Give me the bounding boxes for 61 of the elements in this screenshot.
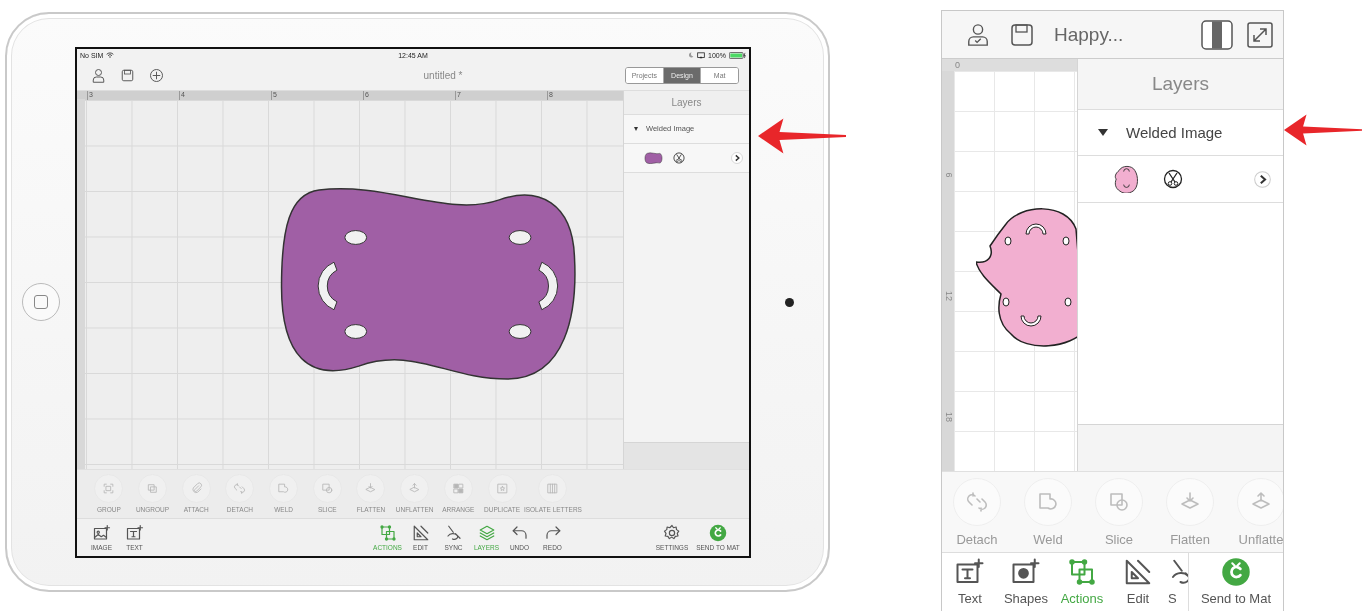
chevron-button[interactable] [1254,170,1271,188]
toolbar-button[interactable]: Edit [1112,557,1164,606]
grid-squares-icon [451,482,465,495]
bracket-square-icon [102,482,116,495]
c-logo-icon [709,523,727,542]
design-canvas[interactable]: 0 6 12 18 [942,59,1077,471]
profile-check-icon[interactable] [966,22,990,47]
home-button[interactable] [22,283,60,321]
panel-title: Layers [1078,59,1283,110]
overlapping-squares-icon [146,482,160,495]
shape-thumbnail [644,151,663,164]
scissors-icon [673,151,685,164]
nodes-square-icon [1067,557,1097,587]
layers-down-arrow-icon [364,482,378,495]
overlapping-shapes-icon [320,482,334,495]
panel-toggle-icon[interactable] [1201,19,1233,50]
nodes-square-icon [378,523,397,542]
star-square-icon [495,482,509,495]
battery-icon [729,51,746,59]
add-icon[interactable] [149,68,164,83]
document-title: Happy... [1054,23,1125,46]
layer-row[interactable] [624,143,749,173]
panel-title: Layers [624,90,749,115]
stack-icon [477,523,496,542]
toolbar-button[interactable]: Send to Mat [1193,557,1279,606]
ruler-number: 6 [943,171,954,180]
wifi-icon [106,52,115,58]
broken-clip-icon [233,482,247,495]
ruler-number: 0 [954,59,960,71]
chevron-button[interactable] [731,151,743,164]
face-thumbnail [1114,165,1139,193]
expand-icon[interactable] [1247,21,1273,48]
moon-icon [688,52,695,58]
camera-dot [785,297,794,307]
layers-up-arrow-icon [408,482,422,495]
settings-icon [663,523,681,542]
merged-shapes-icon [277,482,291,495]
picture-plus-icon [92,523,111,542]
ruler-number: 12 [943,290,954,302]
ruler-triangle-icon [1123,557,1153,587]
save-icon[interactable] [120,68,135,83]
save-icon[interactable] [1010,22,1034,47]
text-plus-icon [125,523,144,542]
document-title: untitled * [423,70,463,81]
layer-name: Welded Image [1126,124,1223,141]
ruler-triangle-icon [411,523,430,542]
ruler-number: 18 [943,411,954,423]
toolbar-button[interactable]: Shapes [1000,557,1052,606]
disclosure-triangle-icon[interactable] [634,126,638,131]
broken-clip-icon [965,489,989,514]
toolbar-button[interactable]: Text [944,557,996,606]
scissors-icon [1163,169,1183,189]
toolbar-button[interactable]: S [1168,557,1188,606]
screen-mirroring-icon [697,51,706,59]
paperclip-icon [189,482,203,495]
welded-shape[interactable] [279,187,577,381]
toolbar-button[interactable]: Actions [1056,557,1108,606]
bars-frame-icon [546,482,560,495]
disclosure-triangle-icon[interactable] [1098,129,1108,136]
profile-icon[interactable] [91,68,106,83]
c-logo-icon [1221,557,1251,587]
